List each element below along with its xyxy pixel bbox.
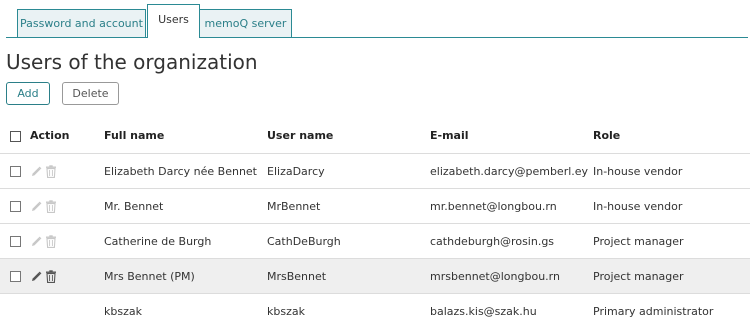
add-button[interactable]: Add — [6, 82, 50, 105]
cell-role: In-house vendor — [593, 200, 683, 213]
tab-memoq-server[interactable]: memoQ server — [199, 9, 292, 37]
trash-icon — [45, 235, 57, 248]
cell-role: In-house vendor — [593, 165, 683, 178]
cell-user-name: MrBennet — [267, 200, 321, 213]
tab-bar: Password and account Users memoQ server — [0, 0, 750, 38]
cell-role: Project manager — [593, 270, 684, 283]
row-checkbox[interactable] — [10, 236, 21, 247]
cell-full-name: kbszak — [104, 305, 142, 318]
cell-role: Project manager — [593, 235, 684, 248]
cell-email: mr.bennet@longbou.rn — [430, 200, 557, 213]
tab-users[interactable]: Users — [147, 4, 200, 38]
cell-full-name: Catherine de Burgh — [104, 235, 212, 248]
cell-full-name: Mrs Bennet (PM) — [104, 270, 195, 283]
header-email[interactable]: E-mail — [430, 118, 469, 153]
header-action: Action — [30, 129, 70, 142]
pencil-icon — [30, 200, 42, 213]
cell-email: balazs.kis@szak.hu — [430, 305, 537, 318]
header-role[interactable]: Role — [593, 118, 620, 153]
delete-button[interactable]: Delete — [62, 82, 119, 105]
row-checkbox[interactable] — [10, 166, 21, 177]
table-row[interactable]: kbszak kbszak balazs.kis@szak.hu Primary ad… — [0, 293, 750, 328]
cell-email: mrsbennet@longbou.rn — [430, 270, 560, 283]
trash-icon[interactable] — [45, 270, 57, 283]
pencil-icon — [30, 235, 42, 248]
trash-icon — [45, 200, 57, 213]
header-user-name[interactable]: User name — [267, 118, 333, 153]
row-checkbox[interactable] — [10, 201, 21, 212]
cell-full-name: Mr. Bennet — [104, 200, 164, 213]
cell-role: Primary administrator — [593, 305, 714, 318]
cell-user-name: ElizaDarcy — [267, 165, 325, 178]
table-row[interactable]: Mr. Bennet MrBennet mr.bennet@longbou.rn In… — [0, 188, 750, 223]
pencil-icon[interactable] — [30, 270, 42, 283]
table-header-row: Action Full name User name E-mail Role — [0, 118, 750, 153]
table-row[interactable]: Elizabeth Darcy née Bennet ElizaDarcy eliz… — [0, 153, 750, 188]
tab-password-and-account[interactable]: Password and account — [17, 9, 146, 37]
page-title: Users of the organization — [6, 50, 258, 74]
cell-full-name: Elizabeth Darcy née Bennet — [104, 165, 257, 178]
header-full-name[interactable]: Full name — [104, 118, 164, 153]
cell-user-name: MrsBennet — [267, 270, 327, 283]
select-all-checkbox[interactable] — [10, 131, 21, 142]
tab-divider — [6, 37, 748, 38]
pencil-icon — [30, 165, 42, 178]
trash-icon — [45, 165, 57, 178]
table-row[interactable]: Mrs Bennet (PM) MrsBennet mrsbennet@longbo… — [0, 258, 750, 293]
cell-user-name: CathDeBurgh — [267, 235, 341, 248]
table-row[interactable]: Catherine de Burgh CathDeBurgh cathdeburgh… — [0, 223, 750, 258]
cell-email: cathdeburgh@rosin.gs — [430, 235, 555, 248]
cell-user-name: kbszak — [267, 305, 305, 318]
row-checkbox[interactable] — [10, 271, 21, 282]
cell-email: elizabeth.darcy@pemberl.ey — [430, 165, 589, 178]
